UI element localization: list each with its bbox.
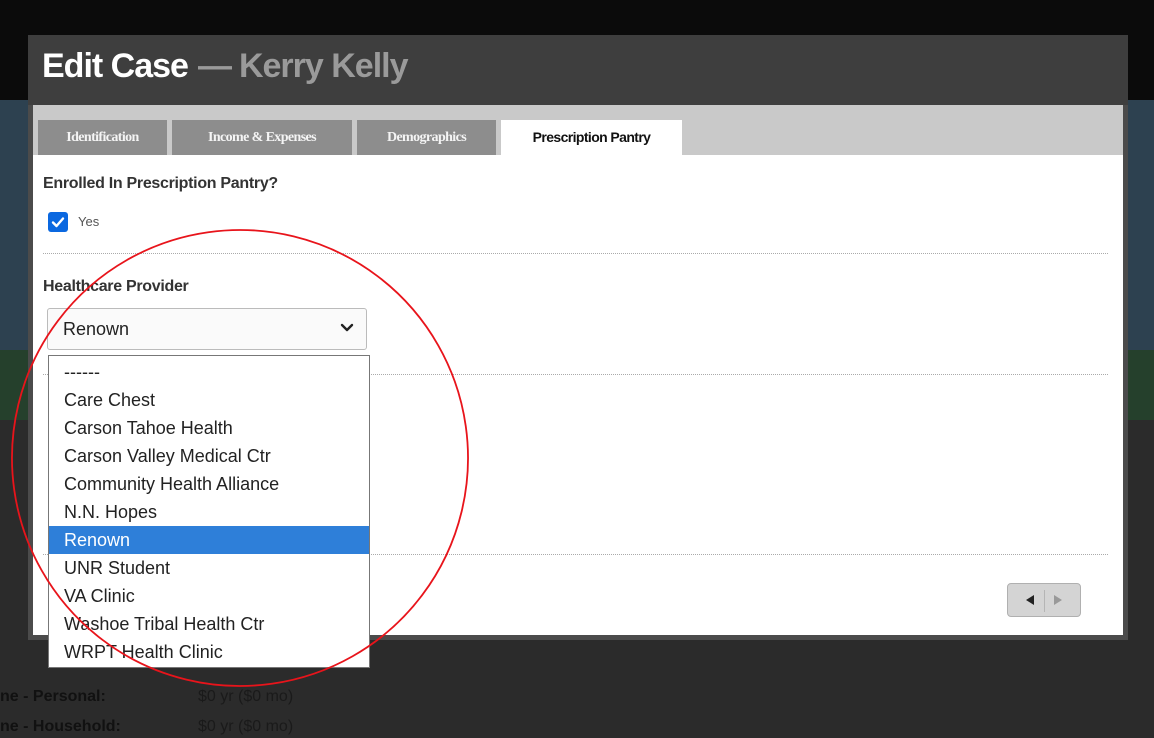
dropdown-option[interactable]: Community Health Alliance	[49, 470, 369, 498]
dropdown-option[interactable]: VA Clinic	[49, 582, 369, 610]
background-label: ne - Household:	[0, 718, 121, 735]
modal-title: Edit Case — Kerry Kelly	[42, 47, 408, 86]
modal-title-text: Edit Case	[42, 47, 189, 85]
enrolled-yes-checkbox[interactable]	[48, 212, 68, 232]
dropdown-option[interactable]: WRPT Health Clinic	[49, 638, 369, 666]
dropdown-option[interactable]: Carson Tahoe Health	[49, 414, 369, 442]
triangle-left-icon[interactable]	[1025, 594, 1035, 606]
background-value: $0 yr ($0 mo)	[198, 688, 294, 705]
chevron-down-icon	[340, 323, 354, 332]
background-value: $0 yr ($0 mo)	[198, 718, 294, 735]
tab-income-expenses[interactable]: Income & Expenses	[172, 120, 352, 155]
enrolled-yes-label: Yes	[78, 214, 100, 229]
modal-header: Edit Case — Kerry Kelly	[28, 35, 1128, 105]
pager-buttons	[1007, 583, 1081, 617]
tab-identification[interactable]: Identification	[38, 120, 167, 155]
healthcare-provider-label: Healthcare Provider	[43, 278, 189, 295]
healthcare-provider-select[interactable]: Renown	[47, 308, 367, 350]
select-current-value: Renown	[63, 319, 130, 339]
dropdown-option[interactable]: UNR Student	[49, 554, 369, 582]
dropdown-option-selected[interactable]: Renown	[49, 526, 369, 554]
case-subject-name: Kerry Kelly	[238, 47, 409, 85]
enrolled-question-label: Enrolled In Prescription Pantry?	[43, 175, 278, 192]
healthcare-provider-dropdown-list[interactable]: ------ Care Chest Carson Tahoe Health Ca…	[48, 355, 370, 668]
tab-bar: Identification Income & Expenses Demogra…	[33, 105, 1123, 155]
dropdown-option[interactable]: N.N. Hopes	[49, 498, 369, 526]
checkmark-icon	[51, 217, 65, 228]
dropdown-option[interactable]: Care Chest	[49, 386, 369, 414]
divider	[43, 253, 1108, 254]
dropdown-option[interactable]: Carson Valley Medical Ctr	[49, 442, 369, 470]
dropdown-option[interactable]: ------	[49, 358, 369, 386]
dropdown-option[interactable]: Washoe Tribal Health Ctr	[49, 610, 369, 638]
tab-demographics[interactable]: Demographics	[357, 120, 496, 155]
triangle-right-icon[interactable]	[1053, 594, 1063, 606]
pager-separator	[1044, 590, 1045, 612]
title-separator: —	[197, 47, 232, 85]
tab-prescription-pantry[interactable]: Prescription Pantry	[501, 120, 682, 155]
background-label: ne - Personal:	[0, 688, 106, 705]
